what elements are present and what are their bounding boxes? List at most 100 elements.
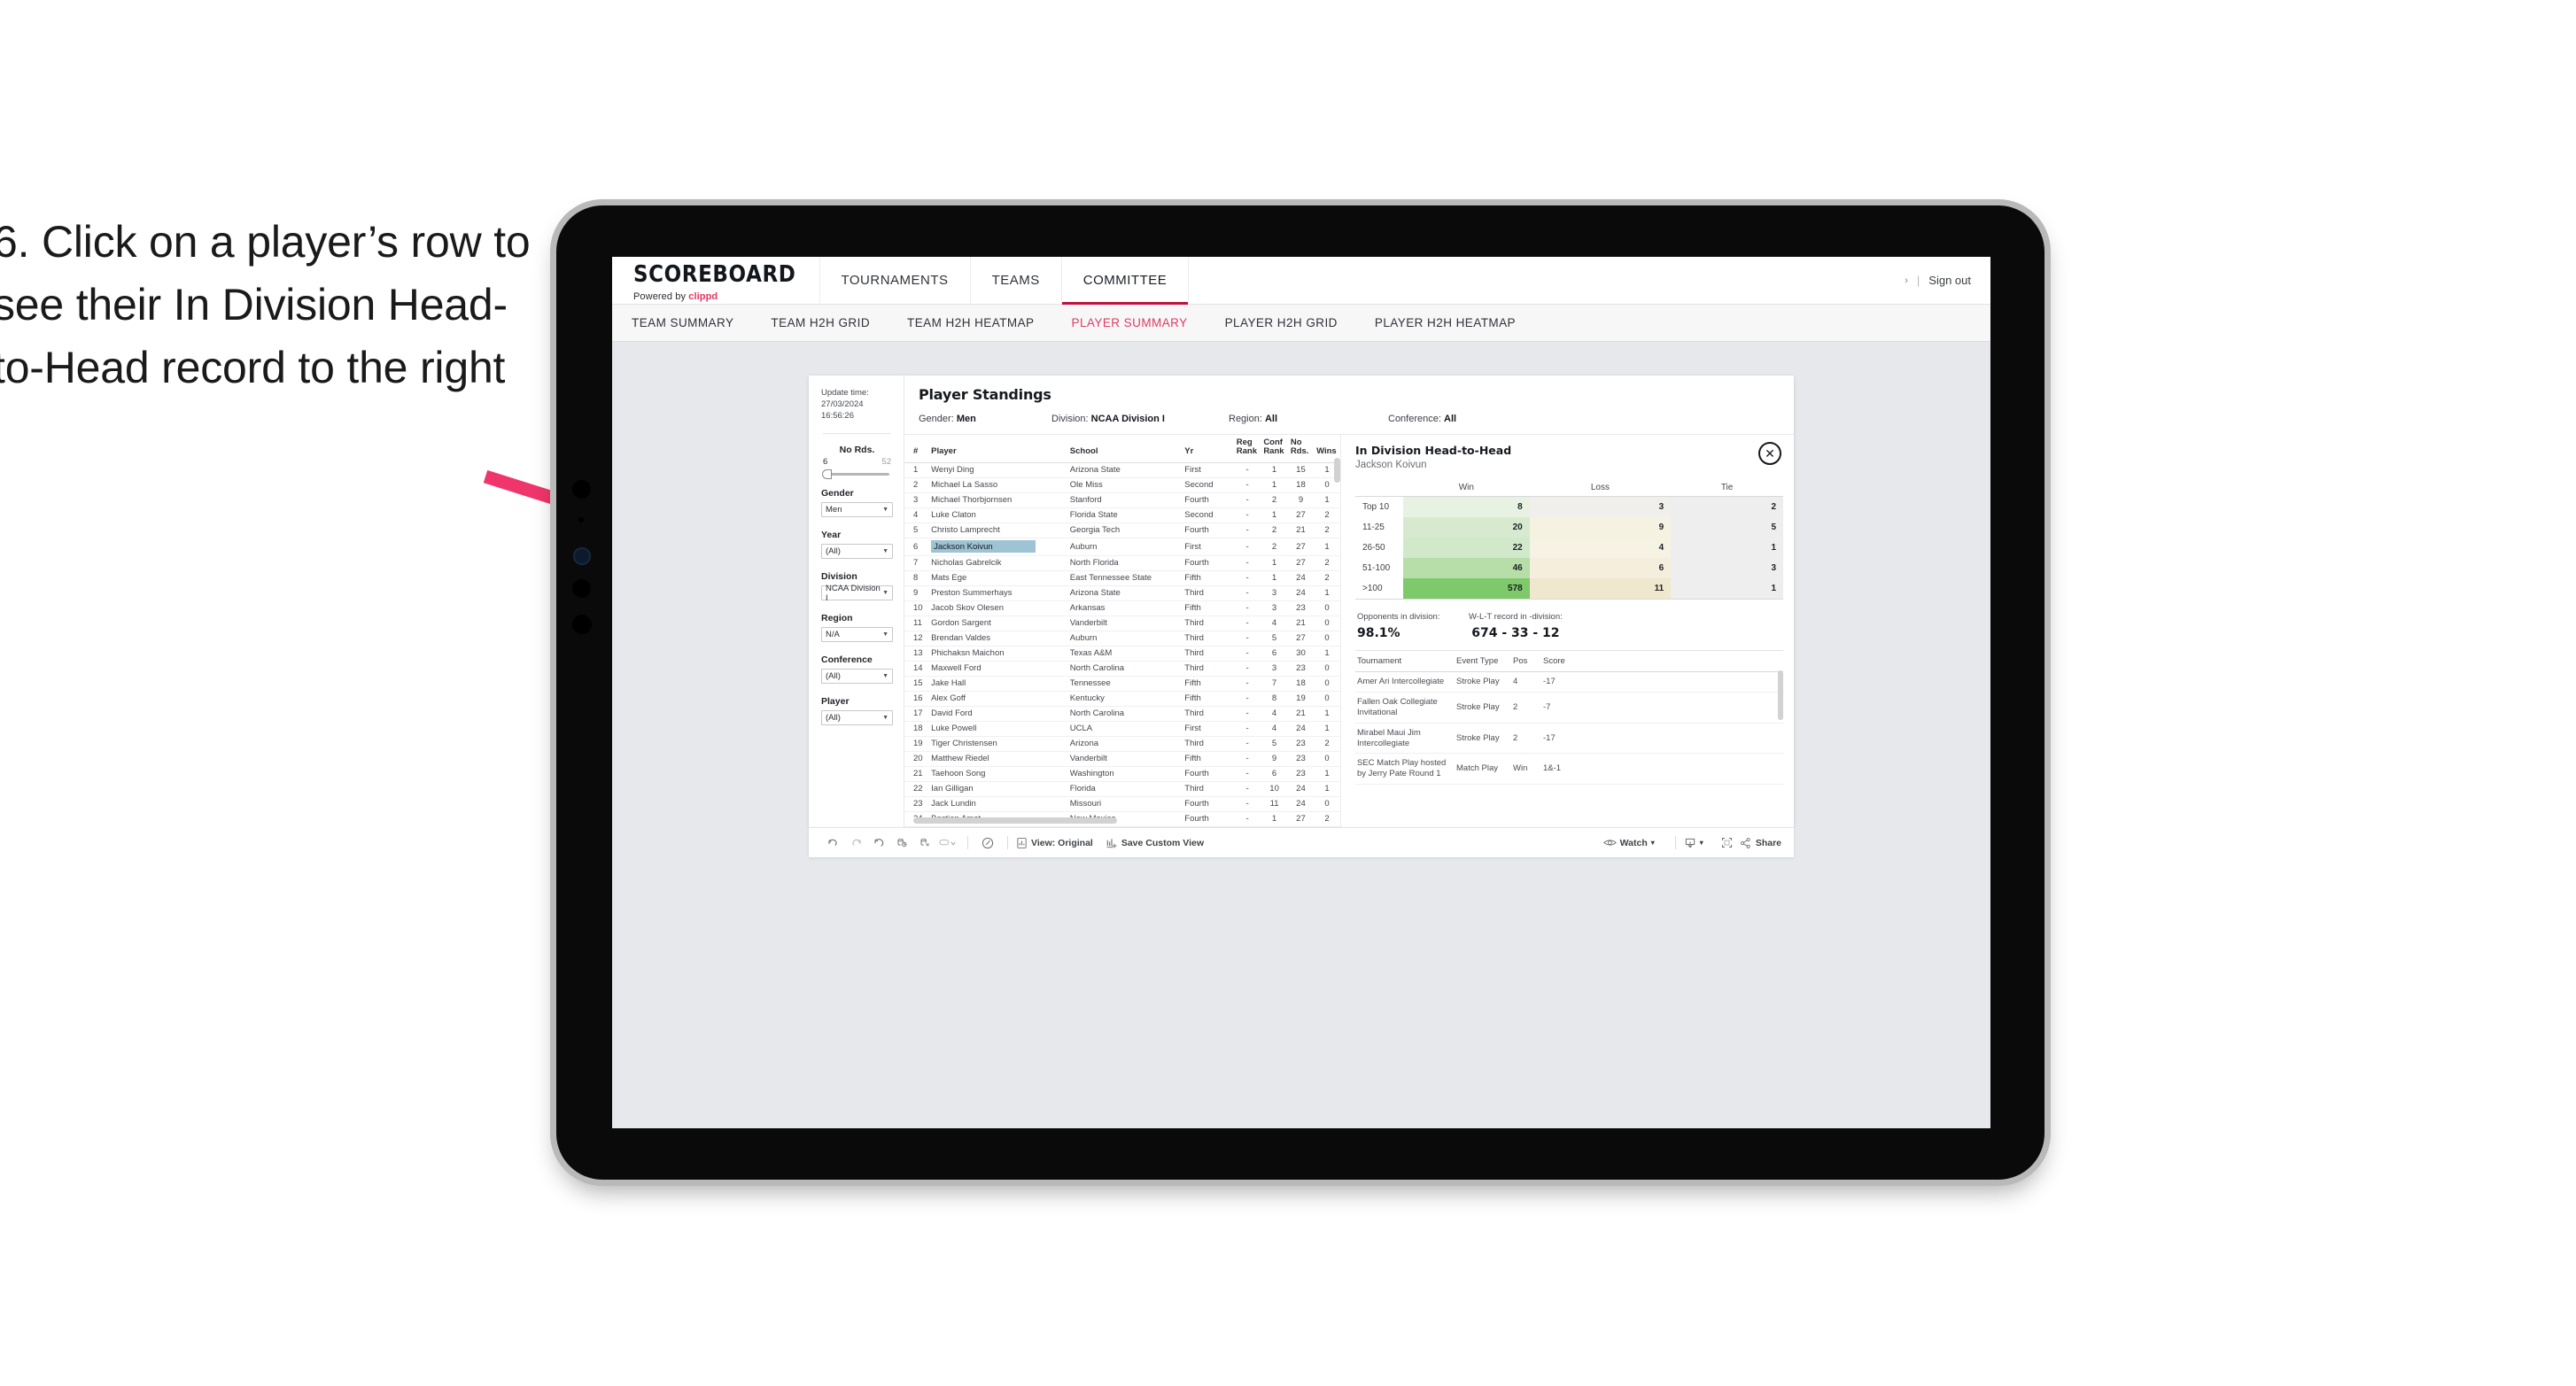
subtab-team-h2h-heatmap[interactable]: TEAM H2H HEATMAP — [907, 316, 1053, 329]
row-conf-rank: 5 — [1261, 736, 1288, 752]
workbook-toolbar: View: Original Save Custom View Watch ▾ … — [809, 827, 1794, 857]
table-row[interactable]: 2 Michael La Sasso Ole Miss Second -1 18 0 — [904, 477, 1340, 493]
filter-year-select[interactable]: (All) ▼ — [821, 544, 893, 560]
presentation-mode-icon[interactable] — [976, 836, 999, 850]
subtab-team-h2h-grid[interactable]: TEAM H2H GRID — [771, 316, 889, 329]
table-row[interactable]: 23 Jack Lundin Missouri Fourth -11 24 0 — [904, 796, 1340, 812]
subtab-player-summary[interactable]: PLAYER SUMMARY — [1072, 316, 1207, 329]
table-row[interactable]: 11 Gordon Sargent Vanderbilt Third -4 21 0 — [904, 616, 1340, 631]
table-row[interactable]: 21 Taehoon Song Washington Fourth -6 23 1 — [904, 766, 1340, 782]
pause-auto-update-icon[interactable] — [913, 836, 936, 849]
refresh-data-icon[interactable] — [890, 836, 913, 849]
filter-gender-select[interactable]: Men ▼ — [821, 502, 893, 518]
brand-logo[interactable]: SCOREBOARD Powered by clippd — [612, 257, 820, 304]
view-original-button[interactable]: View: Original — [1016, 837, 1093, 849]
table-row[interactable]: 16 Alex Goff Kentucky Fifth -8 19 0 — [904, 691, 1340, 707]
table-horizontal-scrollbar[interactable] — [913, 817, 1117, 824]
table-row[interactable]: 20 Matthew Riedel Vanderbilt Fifth -9 23 0 — [904, 751, 1340, 767]
row-no-rounds: 23 — [1287, 766, 1315, 782]
nav-tab-teams[interactable]: TEAMS — [971, 257, 1062, 304]
table-row[interactable]: 9 Preston Summerhays Arizona State Third -3 2… — [904, 585, 1340, 601]
row-reg-rank: - — [1233, 585, 1261, 601]
table-row[interactable]: 1 Wenyi Ding Arizona State First -1 15 1 — [904, 462, 1340, 478]
subtab-player-h2h-heatmap[interactable]: PLAYER H2H HEATMAP — [1375, 316, 1535, 329]
watch-button[interactable]: Watch ▾ — [1602, 837, 1655, 848]
col-pos[interactable]: Pos — [1511, 651, 1541, 672]
filter-no-rounds-slider[interactable]: No Rds. 6 52 — [821, 445, 893, 480]
row-school: Arizona State — [1067, 462, 1183, 478]
nav-tab-tournaments[interactable]: TOURNAMENTS — [820, 257, 971, 304]
col-tournament[interactable]: Tournament — [1355, 651, 1455, 672]
table-row[interactable]: 17 David Ford North Carolina Third -4 21 1 — [904, 706, 1340, 722]
row-school: Auburn — [1067, 631, 1183, 647]
highlight-icon[interactable] — [936, 836, 959, 849]
table-row[interactable]: 22 Ian Gilligan Florida Third -10 24 1 — [904, 781, 1340, 797]
filter-division-select[interactable]: NCAA Division I ▼ — [821, 584, 893, 603]
save-custom-view-button[interactable]: Save Custom View — [1106, 837, 1204, 849]
subtab-team-summary[interactable]: TEAM SUMMARY — [632, 316, 753, 329]
chevron-right-icon[interactable]: › — [1905, 275, 1908, 286]
filter-year-value: (All) — [826, 546, 841, 557]
row-player-name: Brendan Valdes — [928, 631, 1067, 647]
filter-region-value: N/A — [826, 630, 840, 640]
row-reg-rank: - — [1233, 616, 1261, 631]
table-row[interactable]: 13 Phichaksn Maichon Texas A&M Third -6 30 1 — [904, 646, 1340, 662]
table-row[interactable]: 14 Maxwell Ford North Carolina Third -3 23 0 — [904, 661, 1340, 677]
tournament-row[interactable]: Fallen Oak Collegiate Invitational Stroke… — [1355, 692, 1783, 724]
col-no-rds[interactable]: No Rds. — [1287, 435, 1315, 463]
sign-out-link[interactable]: Sign out — [1928, 274, 1971, 287]
col-rank[interactable]: # — [904, 435, 929, 463]
subtab-player-h2h-grid[interactable]: PLAYER H2H GRID — [1225, 316, 1357, 329]
filter-conference-label: Conference — [821, 654, 873, 666]
nav-tab-committee[interactable]: COMMITTEE — [1061, 257, 1190, 305]
table-row[interactable]: 7 Nicholas Gabrelcik North Florida Fourth -1… — [904, 555, 1340, 571]
row-school: Florida State — [1067, 507, 1183, 523]
fullscreen-icon[interactable] — [1716, 836, 1739, 849]
tournament-row[interactable]: Mirabel Maui Jim Intercollegiate Stroke P… — [1355, 723, 1783, 755]
table-row[interactable]: 15 Jake Hall Tennessee Fifth -7 18 0 — [904, 676, 1340, 692]
filter-player-select[interactable]: (All) ▼ — [821, 710, 893, 726]
h2h-loss-cell: 3 — [1529, 496, 1672, 517]
row-year: Fourth — [1182, 796, 1234, 812]
table-row[interactable]: 5 Christo Lamprecht Georgia Tech Fourth -2 21… — [904, 523, 1340, 538]
col-score[interactable]: Score — [1541, 651, 1783, 672]
app-sub-navigation: TEAM SUMMARY TEAM H2H GRID TEAM H2H HEAT… — [612, 305, 1990, 342]
col-event-type[interactable]: Event Type — [1455, 651, 1511, 672]
share-button[interactable]: Share — [1739, 837, 1781, 849]
table-vertical-scrollbar[interactable] — [1334, 458, 1340, 483]
row-conf-rank: 7 — [1261, 676, 1288, 692]
tournament-scrollbar[interactable] — [1778, 670, 1783, 720]
col-school[interactable]: School — [1067, 435, 1183, 463]
slider-track[interactable] — [822, 469, 889, 480]
slider-handle[interactable] — [822, 469, 832, 480]
summary-conference: Conference: All — [1388, 414, 1456, 424]
close-icon[interactable]: ✕ — [1758, 442, 1781, 465]
table-row[interactable]: 3 Michael Thorbjornsen Stanford Fourth -2 9 1 — [904, 492, 1340, 508]
filter-gender-value: Men — [826, 505, 842, 515]
col-reg-rank[interactable]: Reg Rank — [1233, 435, 1261, 463]
table-row[interactable]: 10 Jacob Skov Olesen Arkansas Fifth -3 23 0 — [904, 600, 1340, 616]
row-reg-rank: - — [1233, 736, 1261, 752]
table-row[interactable]: 6 Jackson Koivun Auburn First -2 27 1 — [904, 538, 1340, 556]
h2h-row: Top 10 8 3 2 — [1355, 496, 1783, 517]
col-year[interactable]: Yr — [1182, 435, 1234, 463]
filter-conference-select[interactable]: (All) ▼ — [821, 669, 893, 685]
tablet-screen: SCOREBOARD Powered by clippd TOURNAMENTS… — [612, 257, 1990, 1128]
revert-icon[interactable] — [867, 836, 890, 849]
filter-region-select[interactable]: N/A ▼ — [821, 627, 893, 643]
table-row[interactable]: 12 Brendan Valdes Auburn Third -5 27 0 — [904, 631, 1340, 647]
h2h-rank-band: 11-25 — [1355, 517, 1403, 538]
col-conf-rank[interactable]: Conf Rank — [1261, 435, 1288, 463]
undo-icon[interactable] — [821, 836, 844, 849]
redo-icon[interactable] — [844, 836, 867, 849]
table-row[interactable]: 8 Mats Ege East Tennessee State Fifth -1 24 2 — [904, 570, 1340, 586]
table-row[interactable]: 18 Luke Powell UCLA First -4 24 1 — [904, 721, 1340, 737]
table-row[interactable]: 19 Tiger Christensen Arizona Third -5 23 2 — [904, 736, 1340, 752]
tournament-row[interactable]: SEC Match Play hosted by Jerry Pate Roun… — [1355, 753, 1783, 786]
download-button[interactable]: ▾ — [1684, 837, 1703, 849]
tournament-row[interactable]: Amer Ari Intercollegiate Stroke Play 4 -17 — [1355, 671, 1783, 693]
row-conf-rank: 4 — [1261, 616, 1288, 631]
col-player[interactable]: Player — [928, 435, 1067, 463]
tournament-header-row: Tournament Event Type Pos Score — [1355, 651, 1783, 672]
table-row[interactable]: 4 Luke Claton Florida State Second -1 27 2 — [904, 507, 1340, 523]
